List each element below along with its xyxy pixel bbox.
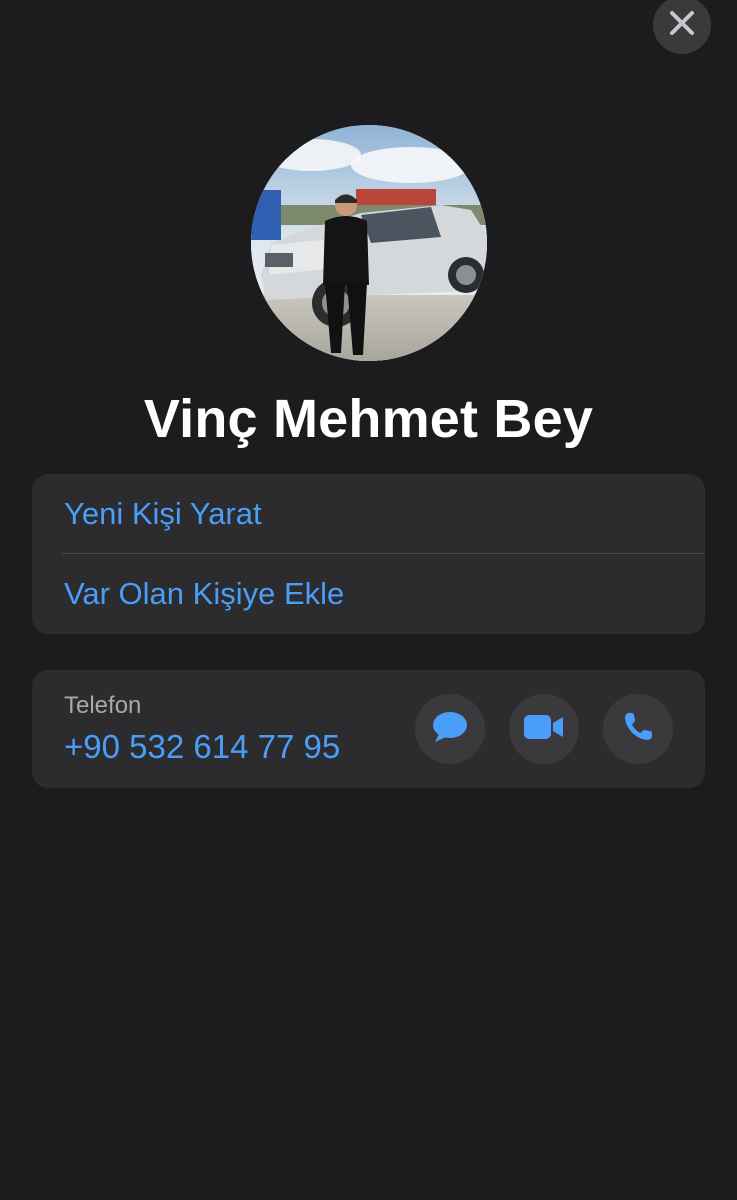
voice-call-button[interactable] bbox=[603, 694, 673, 764]
close-icon bbox=[669, 10, 695, 41]
phone-card: Telefon +90 532 614 77 95 bbox=[32, 670, 705, 788]
create-new-contact-label: Yeni Kişi Yarat bbox=[64, 496, 262, 531]
add-to-existing-contact-button[interactable]: Var Olan Kişiye Ekle bbox=[32, 554, 705, 634]
create-new-contact-button[interactable]: Yeni Kişi Yarat bbox=[32, 474, 705, 554]
video-camera-icon bbox=[523, 713, 565, 746]
add-to-existing-contact-label: Var Olan Kişiye Ekle bbox=[64, 576, 345, 611]
contact-name: Vinç Mehmet Bey bbox=[143, 389, 594, 449]
contact-avatar bbox=[251, 125, 487, 361]
video-call-button[interactable] bbox=[509, 694, 579, 764]
message-button[interactable] bbox=[415, 694, 485, 764]
close-button[interactable] bbox=[653, 0, 711, 54]
message-bubble-icon bbox=[431, 710, 469, 749]
contact-actions-card: Yeni Kişi Yarat Var Olan Kişiye Ekle bbox=[32, 474, 705, 634]
phone-handset-icon bbox=[622, 711, 654, 748]
phone-label: Telefon bbox=[64, 692, 142, 719]
phone-number-link[interactable]: +90 532 614 77 95 bbox=[64, 728, 340, 766]
